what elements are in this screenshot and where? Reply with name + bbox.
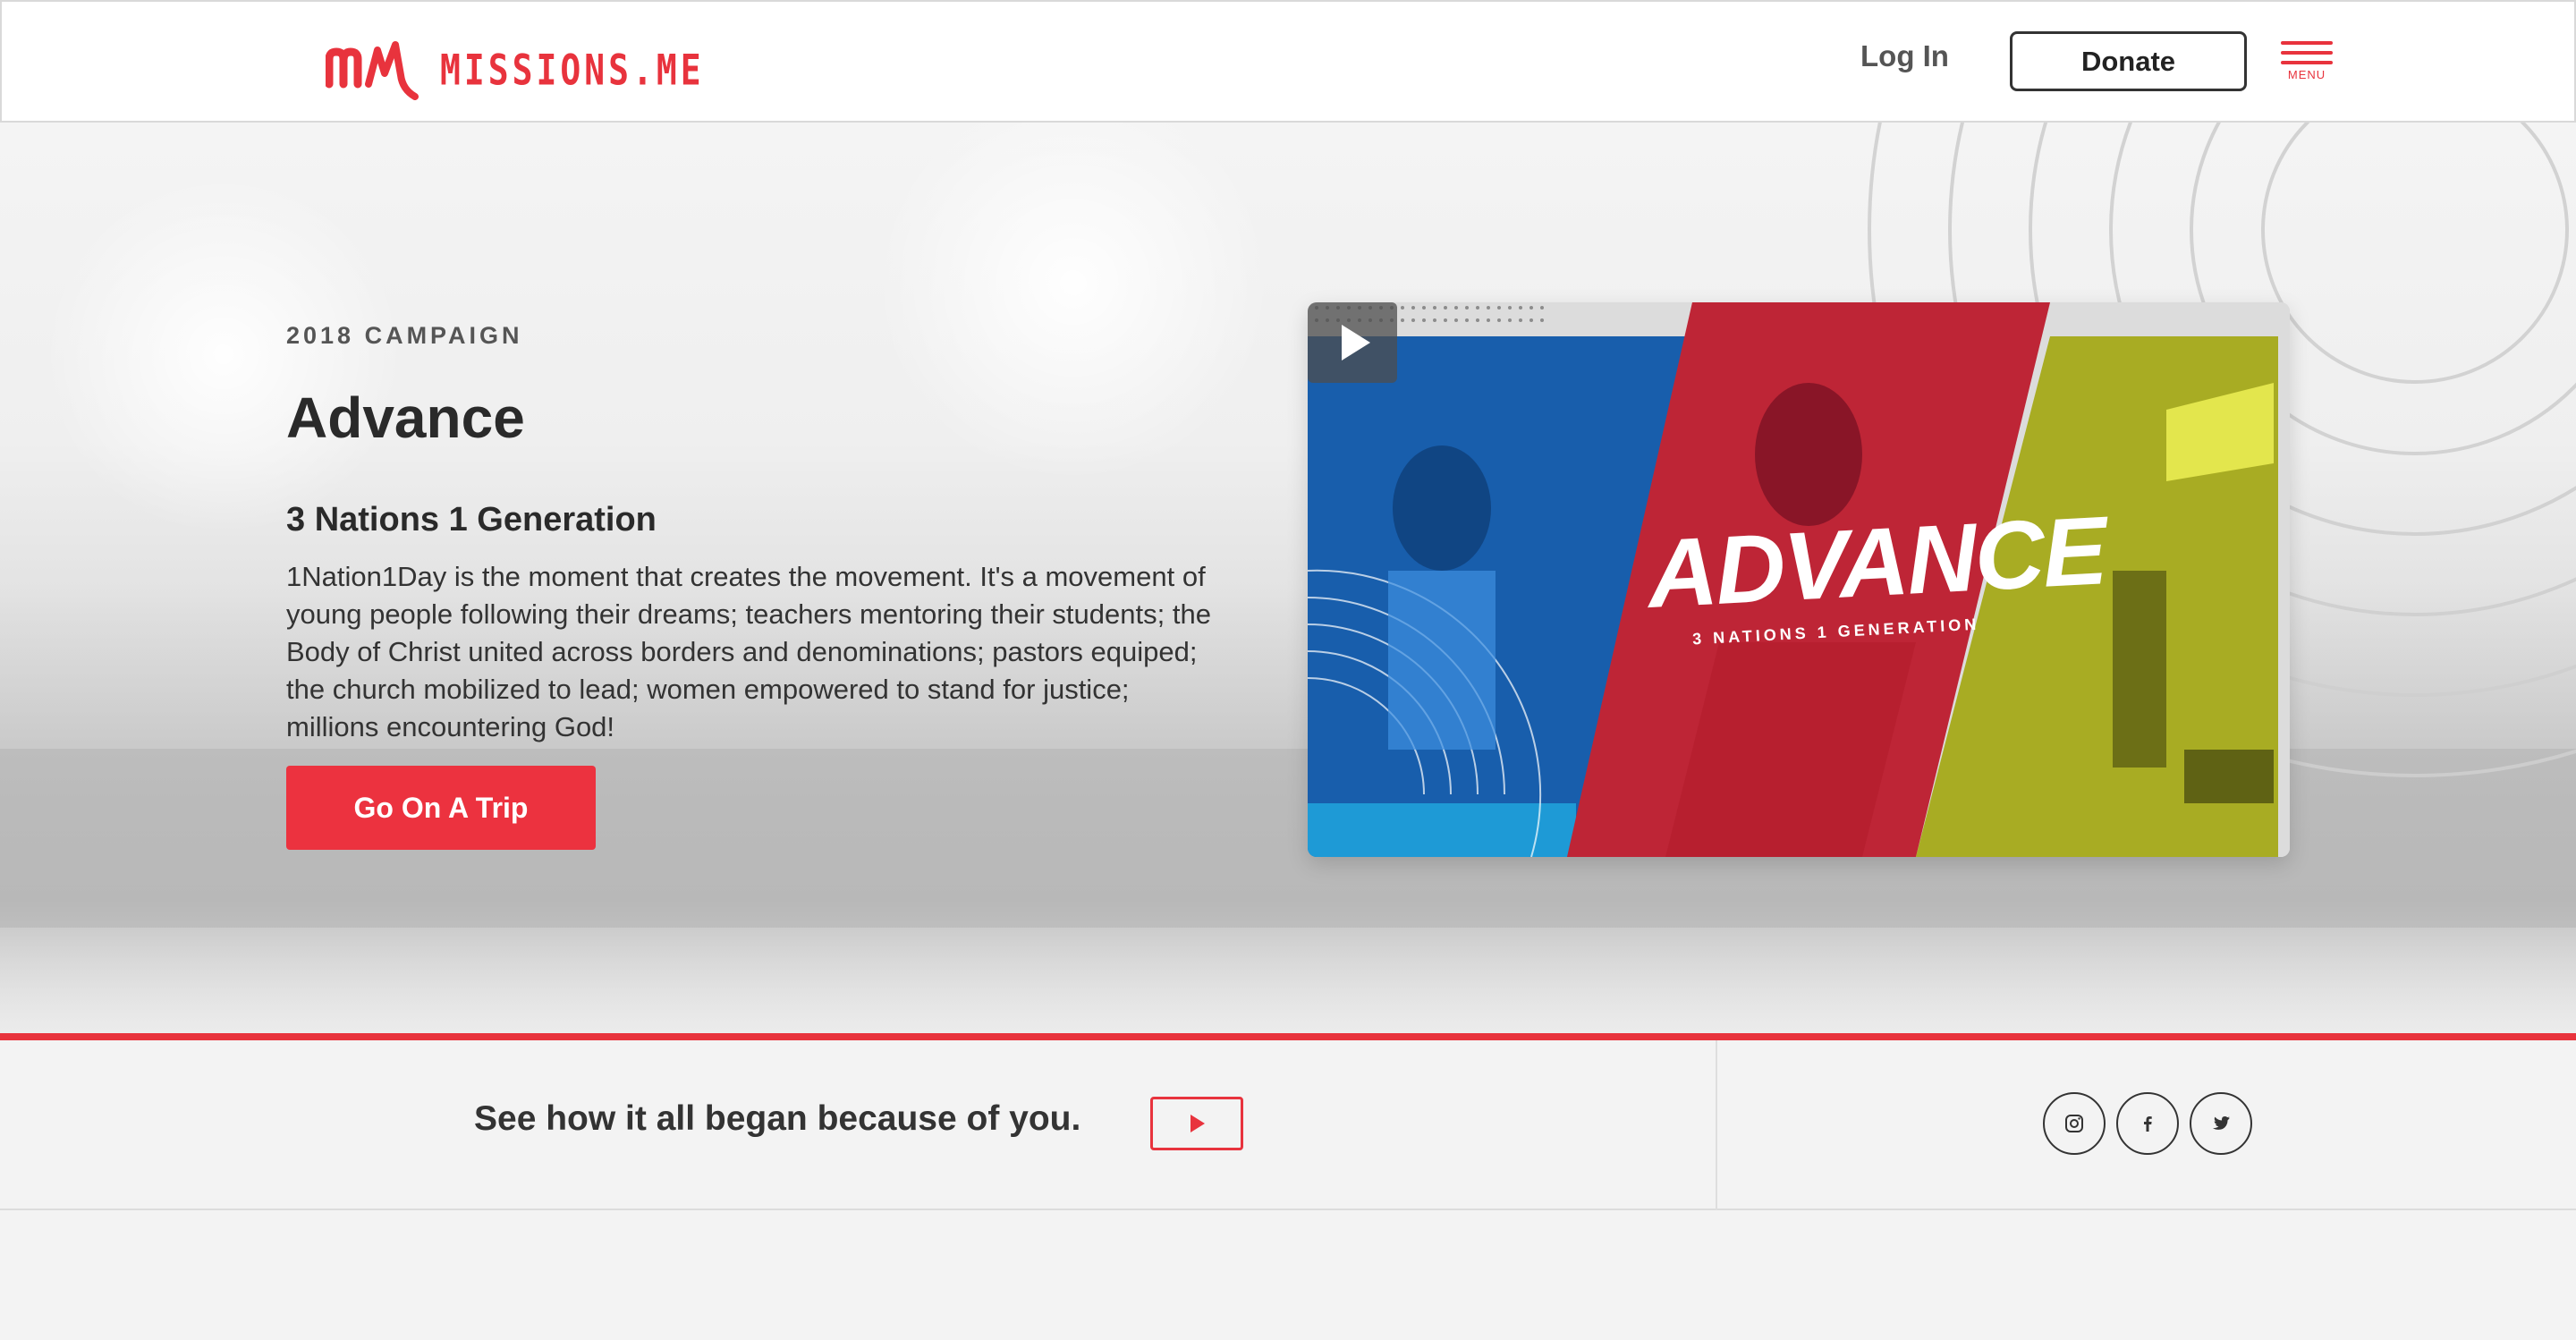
social-links — [2043, 1092, 2252, 1155]
campaign-title-text: Advance — [286, 386, 525, 450]
site-header: MISSIONS.ME Log In Donate MENU — [0, 0, 2576, 123]
instagram-link[interactable] — [2043, 1092, 2106, 1155]
menu-button[interactable]: MENU — [2279, 41, 2334, 88]
twitter-link[interactable] — [2190, 1092, 2252, 1155]
hero-bottom-accent-line — [0, 1033, 2576, 1040]
hamburger-icon — [2281, 41, 2333, 45]
menu-label: MENU — [2287, 68, 2326, 81]
instagram-icon — [2065, 1115, 2083, 1132]
facebook-link[interactable] — [2116, 1092, 2179, 1155]
story-bar: See how it all began because of you. — [0, 1040, 2576, 1210]
facebook-icon — [2144, 1116, 2152, 1132]
hamburger-bar — [2281, 51, 2333, 55]
mm-logo-mark-icon — [326, 41, 419, 100]
hero-section: 2018 CAMPAIGN Advance 3 Nations 1 Genera… — [0, 123, 2576, 1037]
section-divider — [1716, 1040, 1717, 1210]
play-icon[interactable] — [1308, 302, 1397, 383]
play-icon — [1191, 1115, 1205, 1132]
go-on-a-trip-button[interactable]: Go On A Trip — [286, 766, 596, 850]
campaign-title: Advance — [286, 385, 525, 451]
video-title-text: ADVANCE — [1645, 496, 2108, 628]
hamburger-bar — [2281, 61, 2333, 64]
campaign-title-wrap: Advance — [286, 385, 525, 451]
story-tagline: See how it all began because of you. — [474, 1099, 1081, 1138]
donate-button[interactable]: Donate — [2010, 31, 2247, 91]
logo-text: MISSIONS.ME — [440, 45, 705, 95]
campaign-eyebrow: 2018 CAMPAIGN — [286, 322, 523, 349]
login-link[interactable]: Log In — [1860, 39, 1949, 73]
watch-story-video-button[interactable] — [1150, 1097, 1243, 1150]
twitter-icon — [2213, 1116, 2230, 1130]
campaign-video-player[interactable]: ADVANCE 3 NATIONS 1 GENERATION — [1308, 302, 2290, 857]
missions-me-logo[interactable]: MISSIONS.ME — [326, 32, 705, 100]
campaign-subtitle: 3 Nations 1 Generation — [286, 501, 657, 539]
campaign-description: 1Nation1Day is the moment that creates t… — [286, 561, 1211, 742]
